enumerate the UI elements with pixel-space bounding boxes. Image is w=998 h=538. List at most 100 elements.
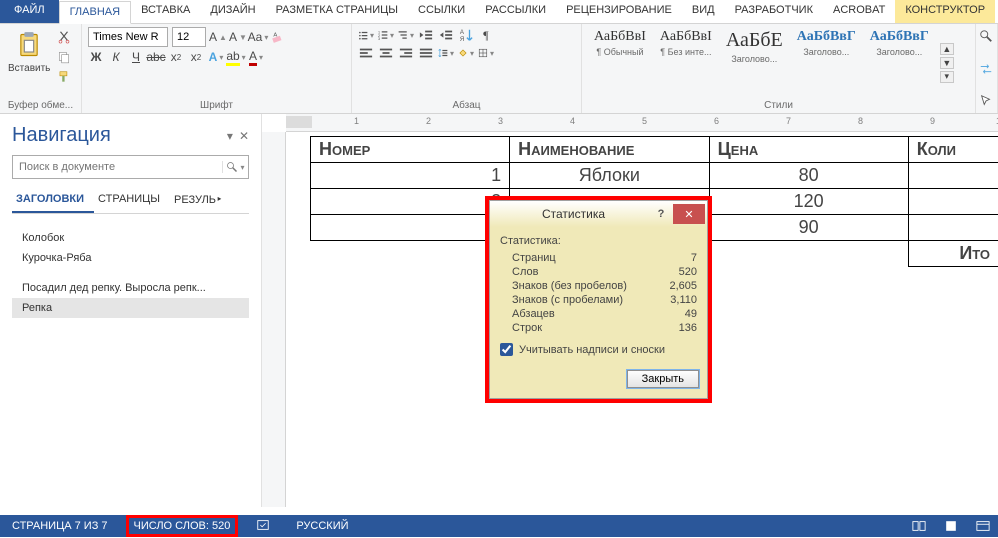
tab-references[interactable]: ССЫЛКИ <box>408 0 475 23</box>
tab-file[interactable]: ФАЙЛ <box>0 0 59 23</box>
status-language[interactable]: РУССКИЙ <box>290 517 354 535</box>
line-spacing-icon[interactable]: ▾ <box>438 45 454 61</box>
styles-group-label: Стили <box>588 98 969 111</box>
select-icon[interactable] <box>978 93 994 109</box>
view-print-icon[interactable] <box>942 518 960 534</box>
strikethrough-button[interactable]: abc <box>148 49 164 65</box>
subscript-button[interactable]: x2 <box>168 49 184 65</box>
table-cell[interactable]: 3 <box>311 215 510 241</box>
nav-item[interactable]: Колобок <box>12 228 249 248</box>
tab-view[interactable]: ВИД <box>682 0 725 23</box>
dialog-close-icon[interactable]: ✕ <box>673 204 705 224</box>
tab-table-design[interactable]: КОНСТРУКТОР <box>895 0 995 23</box>
dialog-titlebar[interactable]: Статистика ? ✕ <box>490 201 707 227</box>
nav-search: ▾ <box>12 155 249 179</box>
tab-home[interactable]: ГЛАВНАЯ <box>59 1 131 24</box>
decrease-indent-icon[interactable] <box>418 27 434 43</box>
shading-icon[interactable]: ▾ <box>458 45 474 61</box>
table-cell[interactable]: 80 <box>709 163 908 189</box>
increase-indent-icon[interactable] <box>438 27 454 43</box>
ribbon-group-font: A▲ A▼ Aa▾ A Ж К Ч abc x2 x2 A▾ ab▾ A▾ Шр… <box>82 24 352 113</box>
sort-icon[interactable]: AЯ <box>458 27 474 43</box>
style-heading2[interactable]: АаБбВвГ Заголово... <box>791 27 862 98</box>
nav-tab-headings[interactable]: ЗАГОЛОВКИ <box>12 187 94 213</box>
font-color-button[interactable]: A▾ <box>248 49 264 65</box>
table-cell[interactable]: 120 <box>709 189 908 215</box>
align-right-icon[interactable] <box>398 45 414 61</box>
tab-developer[interactable]: РАЗРАБОТЧИК <box>725 0 823 23</box>
bullets-icon[interactable]: ▾ <box>358 27 374 43</box>
align-center-icon[interactable] <box>378 45 394 61</box>
status-bar: СТРАНИЦА 7 ИЗ 7 ЧИСЛО СЛОВ: 520 РУССКИЙ <box>0 515 998 537</box>
tab-insert[interactable]: ВСТАВКА <box>131 0 200 23</box>
tab-acrobat[interactable]: ACROBAT <box>823 0 895 23</box>
nav-close-icon[interactable]: ✕ <box>239 129 249 143</box>
find-icon[interactable] <box>978 28 994 44</box>
table-cell[interactable] <box>908 215 998 241</box>
style-nospacing[interactable]: АаБбВвI ¶ Без инте... <box>654 27 718 98</box>
dialog-checkbox[interactable]: Учитывать надписи и сноски <box>500 343 697 356</box>
table-cell[interactable]: Яблоки <box>510 163 710 189</box>
vertical-ruler[interactable] <box>262 132 286 507</box>
nav-item[interactable]: Посадил дед репку. Выросла репк... <box>12 278 249 298</box>
style-heading3[interactable]: АаБбВвГ Заголово... <box>864 27 935 98</box>
style-heading1[interactable]: АаБбЕ Заголово... <box>720 27 789 98</box>
style-name: ¶ Обычный <box>596 47 643 57</box>
tab-review[interactable]: РЕЦЕНЗИРОВАНИЕ <box>556 0 682 23</box>
horizontal-ruler[interactable]: 1 2 3 4 5 6 7 8 9 10 11 <box>286 114 998 132</box>
show-marks-icon[interactable]: ¶ <box>478 27 494 43</box>
view-web-icon[interactable] <box>974 518 992 534</box>
align-left-icon[interactable] <box>358 45 374 61</box>
table-cell[interactable] <box>908 189 998 215</box>
clear-format-icon[interactable]: A <box>270 29 286 45</box>
font-size-input[interactable] <box>172 27 206 47</box>
format-painter-icon[interactable] <box>56 69 72 85</box>
nav-menu-icon[interactable]: ▾ <box>227 129 233 143</box>
cut-icon[interactable] <box>56 29 72 45</box>
include-textboxes-checkbox[interactable] <box>500 343 513 356</box>
nav-tab-pages[interactable]: СТРАНИЦЫ <box>94 187 170 213</box>
tab-design[interactable]: ДИЗАЙН <box>200 0 265 23</box>
shrink-font-icon[interactable]: A▼ <box>230 29 246 45</box>
status-proofing-icon[interactable] <box>250 515 276 538</box>
tab-mailings[interactable]: РАССЫЛКИ <box>475 0 556 23</box>
dialog-help-icon[interactable]: ? <box>649 208 673 220</box>
style-scroll-up[interactable]: ▲ <box>940 43 954 55</box>
style-scroll-more[interactable]: ▾ <box>940 71 954 83</box>
dialog-close-button[interactable]: Закрыть <box>627 370 699 388</box>
underline-button[interactable]: Ч <box>128 49 144 65</box>
table-cell[interactable]: Ито <box>908 241 998 267</box>
replace-icon[interactable] <box>978 61 994 77</box>
bold-button[interactable]: Ж <box>88 49 104 65</box>
table-cell[interactable] <box>908 163 998 189</box>
multilevel-icon[interactable]: ▾ <box>398 27 414 43</box>
table-cell[interactable]: 90 <box>709 215 908 241</box>
style-sample: АаБбВвI <box>594 29 646 45</box>
nav-item[interactable]: Курочка-Ряба <box>12 248 249 268</box>
style-normal[interactable]: АаБбВвI ¶ Обычный <box>588 27 652 98</box>
search-icon[interactable]: ▾ <box>222 161 248 173</box>
borders-icon[interactable]: ▾ <box>478 45 494 61</box>
nav-tabs: ЗАГОЛОВКИ СТРАНИЦЫ РЕЗУЛЬ‣ <box>12 187 249 214</box>
justify-icon[interactable] <box>418 45 434 61</box>
tab-layout[interactable]: РАЗМЕТКА СТРАНИЦЫ <box>266 0 408 23</box>
nav-item[interactable]: Репка <box>12 298 249 318</box>
style-scroll-down[interactable]: ▼ <box>940 57 954 69</box>
change-case-icon[interactable]: Aa▾ <box>250 29 266 45</box>
table-cell[interactable]: 1 <box>311 163 510 189</box>
table-cell[interactable]: 2 <box>311 189 510 215</box>
nav-tab-results[interactable]: РЕЗУЛЬ‣ <box>170 187 233 213</box>
italic-button[interactable]: К <box>108 49 124 65</box>
status-word-count[interactable]: ЧИСЛО СЛОВ: 520 <box>128 517 237 535</box>
search-input[interactable] <box>13 161 222 173</box>
font-name-input[interactable] <box>88 27 168 47</box>
highlight-button[interactable]: ab▾ <box>228 49 244 65</box>
grow-font-icon[interactable]: A▲ <box>210 29 226 45</box>
numbering-icon[interactable]: 123▾ <box>378 27 394 43</box>
superscript-button[interactable]: x2 <box>188 49 204 65</box>
text-effects-button[interactable]: A▾ <box>208 49 224 65</box>
copy-icon[interactable] <box>56 49 72 65</box>
paste-button[interactable]: Вставить <box>6 27 52 76</box>
view-read-icon[interactable] <box>910 518 928 534</box>
status-page[interactable]: СТРАНИЦА 7 ИЗ 7 <box>6 517 114 535</box>
